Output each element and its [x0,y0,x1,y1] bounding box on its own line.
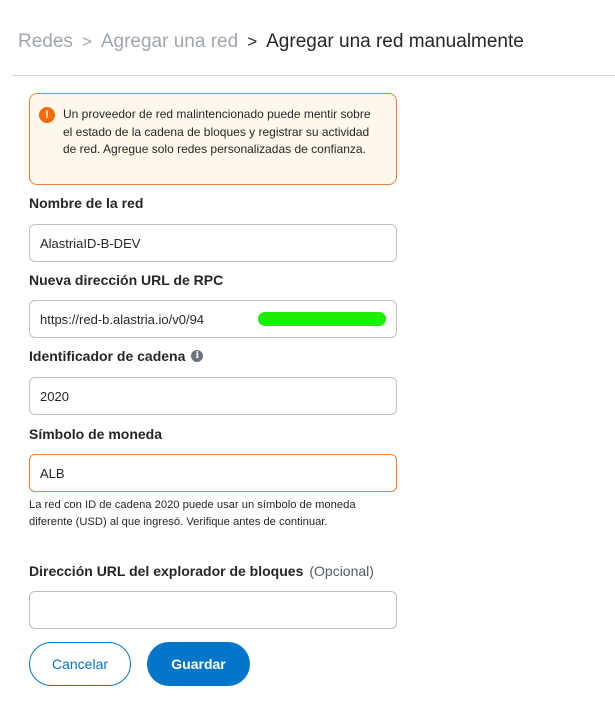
warning-icon: ! [39,107,55,123]
warning-text: Un proveedor de red malintencionado pued… [63,107,371,156]
block-explorer-label-text: Dirección URL del explorador de bloques [29,563,304,579]
breadcrumb-separator-icon: > [81,32,92,51]
header-divider [12,75,615,76]
page-title: Agregar una red manualmente [266,31,524,52]
cancel-button[interactable]: Cancelar [29,642,131,686]
currency-warning-text: La red con ID de cadena 2020 puede usar … [29,499,356,528]
optional-tag: (Opcional) [309,563,374,579]
chain-id-input[interactable] [29,377,397,415]
currency-symbol-label: Símbolo de moneda [29,426,162,442]
block-explorer-input[interactable] [29,591,397,629]
network-name-label-text: Nombre de la red [29,195,144,211]
currency-symbol-label-text: Símbolo de moneda [29,426,163,442]
breadcrumb: Redes > Agregar una red > Agregar una re… [18,28,524,56]
rpc-url-field [29,300,397,338]
breadcrumb-item-redes[interactable]: Redes [18,31,73,53]
save-button[interactable]: Guardar [147,642,250,686]
network-name-label: Nombre de la red [29,195,143,211]
block-explorer-label: Dirección URL del explorador de bloques … [29,563,374,579]
rpc-url-label-text: Nueva dirección URL de RPC [29,272,224,288]
info-icon[interactable]: i [191,350,204,362]
network-name-input[interactable] [29,224,397,262]
rpc-url-label: Nueva dirección URL de RPC [29,272,223,288]
breadcrumb-item-agregar-red[interactable]: Agregar una red [101,31,238,53]
chain-id-label-text: Identificador de cadena [29,348,186,364]
breadcrumb-separator-icon: > [247,32,258,51]
redaction-mark [258,312,386,326]
warning-banner: ! Un proveedor de red malintencionado pu… [29,93,397,185]
currency-symbol-input[interactable] [29,454,397,492]
chain-id-label: Identificador de cadena i [29,348,204,364]
